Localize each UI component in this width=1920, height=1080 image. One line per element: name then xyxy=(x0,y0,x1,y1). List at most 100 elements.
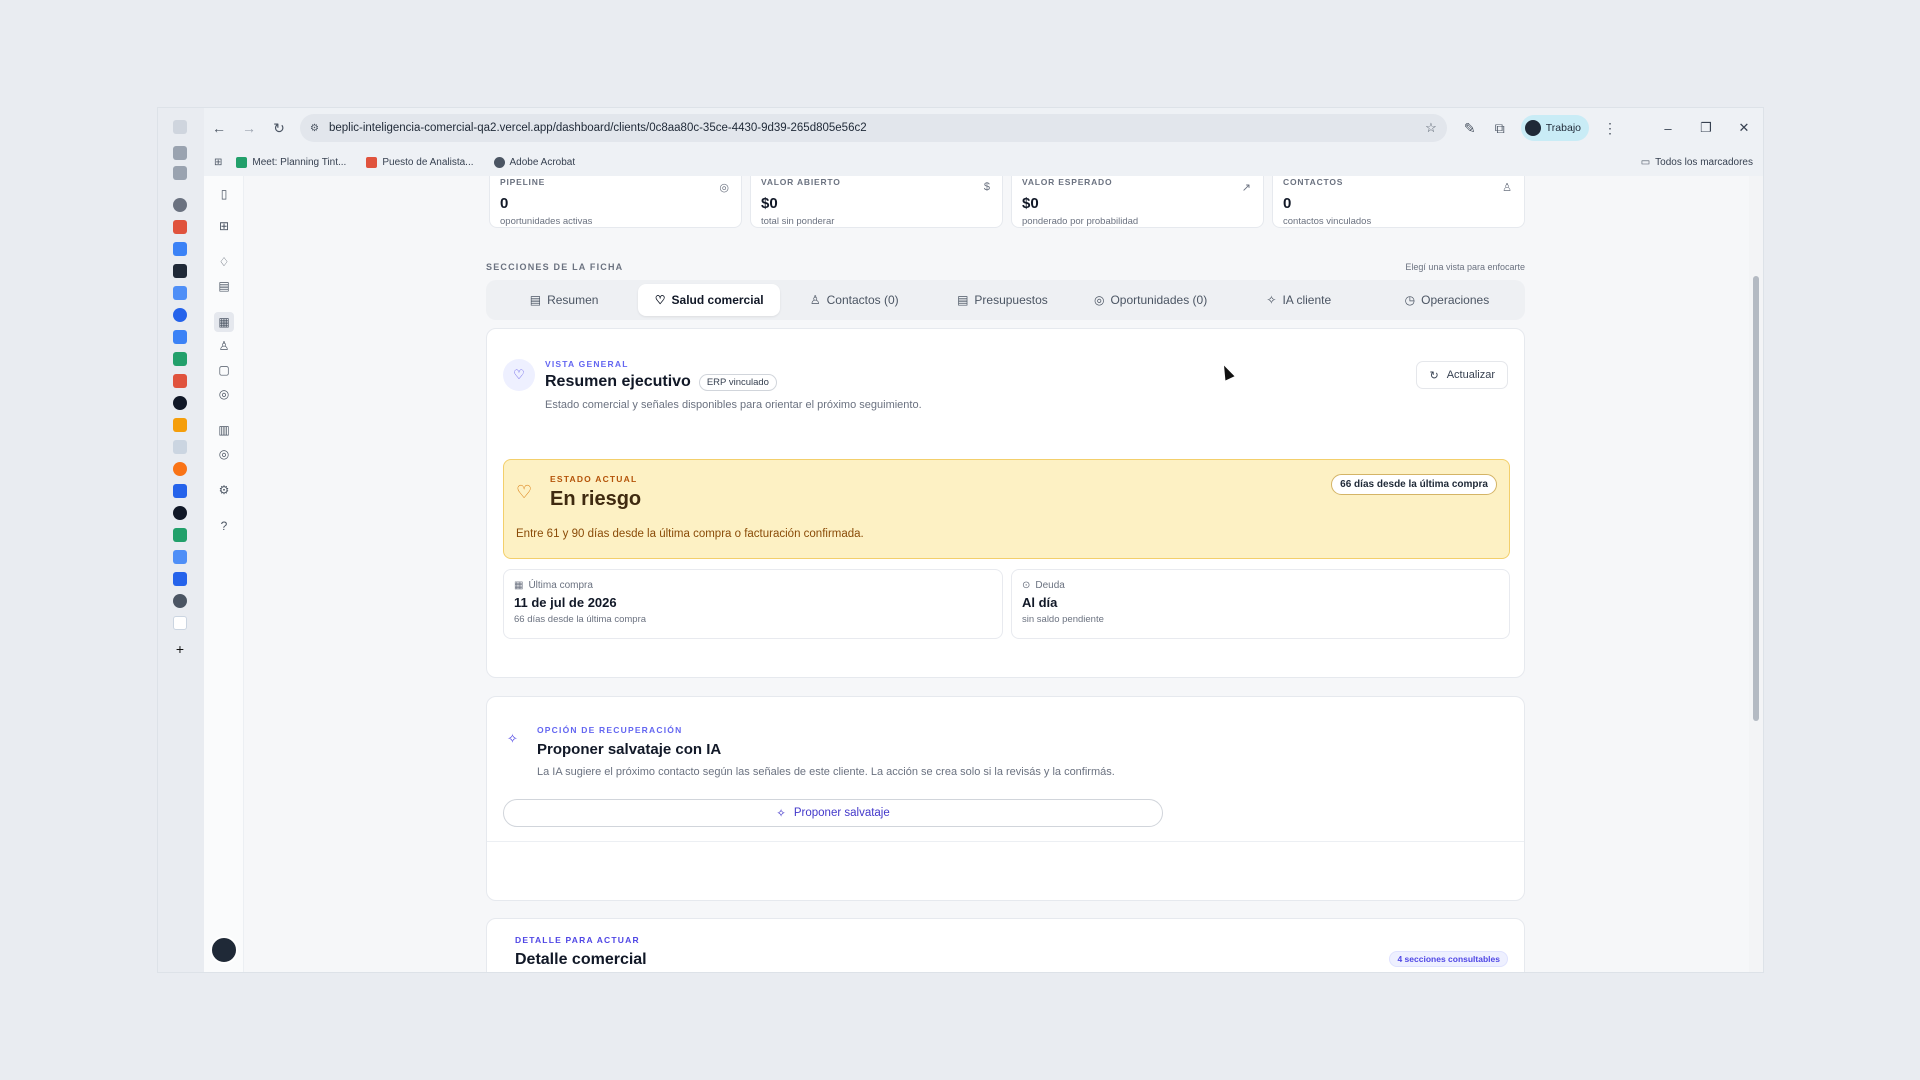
bookmark-item[interactable]: Adobe Acrobat xyxy=(493,156,575,168)
docs-favicon[interactable] xyxy=(173,550,187,564)
app-sidebar: ▯ ⊞ ♢ ▤ ▦ ♙ ▢ ◎ ▥ ◎ ⚙ ? xyxy=(204,176,244,972)
target-icon[interactable]: ◎ xyxy=(216,386,232,402)
users-icon: ♙ xyxy=(1502,182,1512,194)
recovery-eyebrow: OPCIÓN DE RECUPERACIÓN xyxy=(537,725,683,735)
drive-favicon[interactable] xyxy=(173,528,187,542)
docs-favicon[interactable] xyxy=(173,286,187,300)
stat-label: PIPELINE xyxy=(500,177,546,187)
users-icon[interactable]: ♙ xyxy=(216,338,232,354)
stat-label: CONTACTOS xyxy=(1283,177,1344,187)
browser-window: + ← → ↻ ⚙ beplic-inteligencia-comercial-… xyxy=(157,107,1764,973)
scrollbar[interactable] xyxy=(1749,176,1763,972)
bookmark-label: Meet: Planning Tint... xyxy=(252,156,347,168)
tabs-menu-icon[interactable] xyxy=(173,120,187,134)
detail-eyebrow: DETALLE PARA ACTUAR xyxy=(515,935,640,945)
extensions-icon[interactable]: ⧉ xyxy=(1485,113,1515,143)
history-icon: ◷ xyxy=(1404,293,1416,307)
debt-label: Deuda xyxy=(1035,580,1065,591)
gmail-favicon[interactable] xyxy=(173,374,187,388)
gear-icon[interactable]: ⚙ xyxy=(216,482,232,498)
globe-favicon[interactable] xyxy=(173,594,187,608)
all-bookmarks-label: Todos los marcadores xyxy=(1655,156,1753,168)
github-favicon[interactable] xyxy=(173,506,187,520)
user-avatar[interactable] xyxy=(210,936,238,964)
github-favicon[interactable] xyxy=(173,396,187,410)
tab-operaciones[interactable]: ◷ Operaciones xyxy=(1373,284,1521,316)
grid-icon[interactable] xyxy=(173,146,187,160)
heart-pulse-icon: ♡ xyxy=(516,482,533,502)
profile-button[interactable]: Trabajo xyxy=(1520,115,1589,141)
debt-box: ⊙ Deuda Al día sin saldo pendiente xyxy=(1011,569,1510,639)
address-bar[interactable]: ⚙ beplic-inteligencia-comercial-qa2.verc… xyxy=(300,114,1447,142)
bell-icon[interactable]: ♢ xyxy=(216,254,232,270)
tab-resumen[interactable]: ▤ Resumen xyxy=(490,284,638,316)
heart-pulse-icon: ♡ xyxy=(654,293,666,307)
tab-contactos[interactable]: ♙ Contactos (0) xyxy=(780,284,928,316)
target-icon[interactable]: ◎ xyxy=(216,446,232,462)
update-button[interactable]: ↻ Actualizar xyxy=(1416,361,1508,389)
tab-presupuestos[interactable]: ▤ Presupuestos xyxy=(928,284,1076,316)
all-bookmarks[interactable]: ▭ Todos los marcadores xyxy=(1641,157,1753,168)
menu-kebab-icon[interactable]: ⋮ xyxy=(1595,113,1625,143)
stat-card-pipeline: PIPELINE 0 oportunidades activas ◎ xyxy=(489,176,742,228)
linkedin-favicon[interactable] xyxy=(173,572,187,586)
apps-grid-icon[interactable]: ⊞ xyxy=(214,157,222,168)
tab-ia-cliente[interactable]: ✧ IA cliente xyxy=(1225,284,1373,316)
clients-icon[interactable]: ▦ xyxy=(214,312,234,332)
new-tab-icon[interactable]: + xyxy=(173,642,187,656)
overview-eyebrow: VISTA GENERAL xyxy=(545,359,629,369)
stats-row: PIPELINE 0 oportunidades activas ◎ VALOR… xyxy=(489,176,1525,228)
stat-value: $0 xyxy=(1022,195,1039,212)
settings-favicon[interactable] xyxy=(173,242,187,256)
clipboard-icon[interactable]: ▤ xyxy=(216,278,232,294)
linkedin-favicon[interactable] xyxy=(173,484,187,498)
restore-icon[interactable]: ❐ xyxy=(1687,120,1725,136)
gmail-favicon[interactable] xyxy=(173,220,187,234)
tab-favicon[interactable] xyxy=(173,198,187,212)
dashboard-icon[interactable]: ⊞ xyxy=(216,218,232,234)
meet-favicon[interactable] xyxy=(173,330,187,344)
app-favicon[interactable] xyxy=(173,418,187,432)
site-info-icon[interactable]: ⚙ xyxy=(310,123,319,134)
sidebar-toggle-icon[interactable]: ▯ xyxy=(216,186,232,202)
document-icon: ▤ xyxy=(957,293,969,307)
debt-sub: sin saldo pendiente xyxy=(1022,614,1104,625)
chat-favicon[interactable] xyxy=(173,352,187,366)
bookmark-item[interactable]: Meet: Planning Tint... xyxy=(236,156,347,168)
forward-icon[interactable]: → xyxy=(234,113,264,143)
stat-value: 0 xyxy=(500,195,509,212)
sections-badge: 4 secciones consultables xyxy=(1389,951,1508,967)
section-tabs: ▤ Resumen ♡ Salud comercial ♙ Contactos (0)… xyxy=(486,280,1525,320)
back-icon[interactable]: ← xyxy=(204,113,234,143)
target-icon: ◎ xyxy=(719,182,729,194)
erp-chip: ERP vinculado xyxy=(698,373,777,391)
eyedropper-icon[interactable]: ✎ xyxy=(1455,113,1485,143)
chat-icon[interactable]: ▢ xyxy=(216,362,232,378)
active-tab-favicon[interactable] xyxy=(173,616,187,630)
app-favicon[interactable] xyxy=(173,462,187,476)
close-icon[interactable]: ✕ xyxy=(1725,120,1763,136)
main-content: PIPELINE 0 oportunidades activas ◎ VALOR… xyxy=(244,176,1749,972)
bookmark-star-icon[interactable]: ☆ xyxy=(1425,120,1437,136)
reload-icon[interactable]: ↻ xyxy=(264,113,294,143)
scrollbar-thumb[interactable] xyxy=(1753,276,1759,721)
status-eyebrow: ESTADO ACTUAL xyxy=(550,474,638,484)
help-icon[interactable]: ? xyxy=(216,518,232,534)
app-favicon[interactable] xyxy=(173,440,187,454)
terminal-favicon[interactable] xyxy=(173,264,187,278)
search-tabs-icon[interactable] xyxy=(173,166,187,180)
app-favicon[interactable] xyxy=(173,308,187,322)
bookmark-label: Puesto de Analista... xyxy=(382,156,474,168)
debt-value: Al día xyxy=(1022,595,1058,610)
bookmark-item[interactable]: Puesto de Analista... xyxy=(366,156,474,168)
propose-button[interactable]: ✧ Proponer salvataje xyxy=(503,799,1163,827)
minimize-icon[interactable]: – xyxy=(1649,121,1687,136)
sparkles-icon: ✧ xyxy=(1266,293,1277,307)
chart-icon[interactable]: ▥ xyxy=(216,422,232,438)
recovery-title: Proponer salvataje con IA xyxy=(537,741,722,758)
sections-header: SECCIONES DE LA FICHA Elegí una vista pa… xyxy=(486,262,1525,272)
tab-salud-comercial[interactable]: ♡ Salud comercial xyxy=(638,284,781,316)
stat-sub: contactos vinculados xyxy=(1283,216,1372,227)
tab-oportunidades[interactable]: ◎ Oportunidades (0) xyxy=(1077,284,1225,316)
gmail-icon xyxy=(366,156,378,168)
